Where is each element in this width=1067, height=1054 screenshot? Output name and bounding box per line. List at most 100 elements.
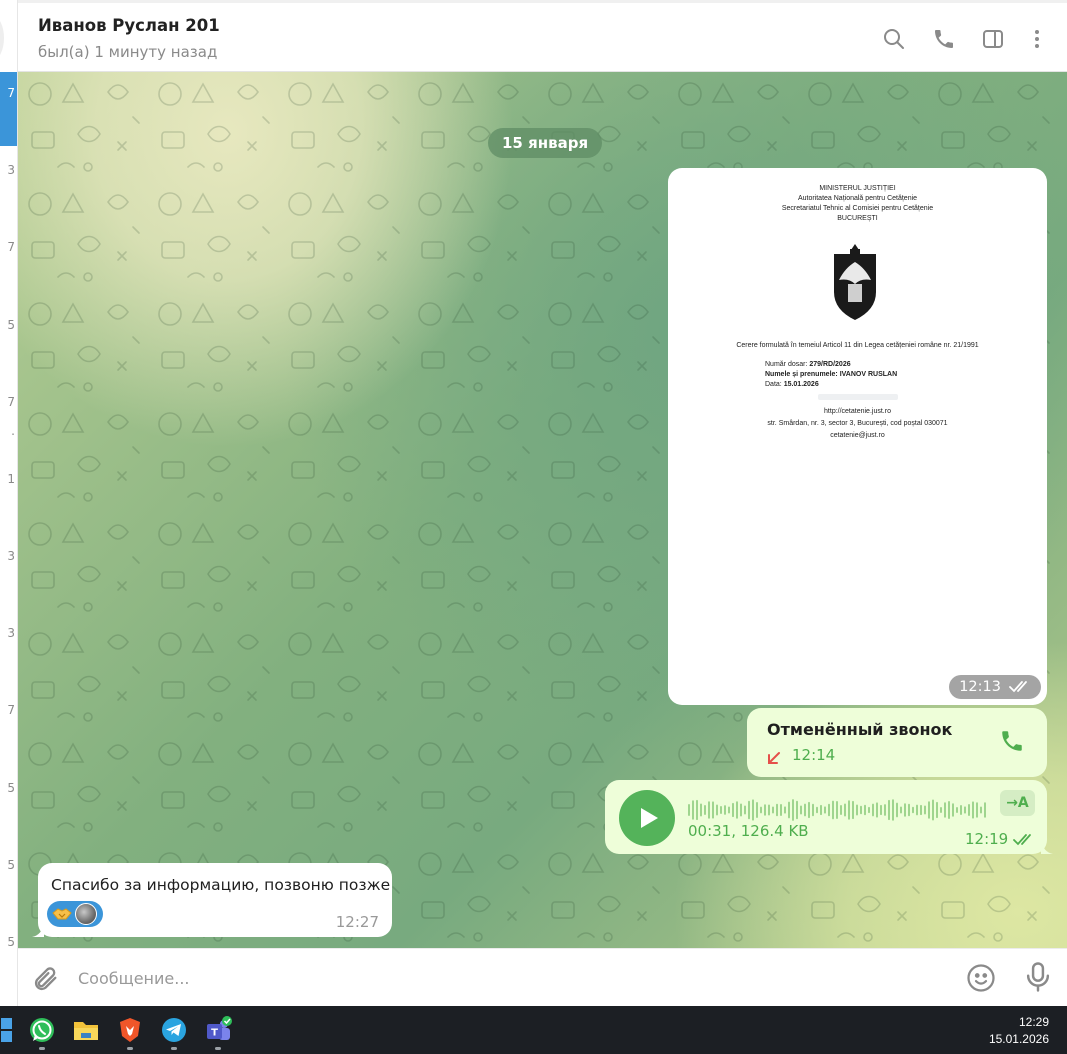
attach-icon[interactable] bbox=[32, 965, 60, 993]
chat-list-item-count: 7 bbox=[7, 240, 15, 254]
voice-message[interactable]: 00:31, 126.4 KB →A 12:19 bbox=[605, 780, 1053, 854]
incoming-message[interactable]: Спасибо за информацию, позвоню позже 12:… bbox=[32, 863, 392, 937]
document-header: MINISTERUL JUSTIȚIEI Autoritatea Naționa… bbox=[668, 184, 1047, 224]
faint-text-line bbox=[818, 394, 898, 400]
teams-icon[interactable]: T bbox=[204, 1016, 232, 1044]
waveform-bar bbox=[884, 804, 886, 816]
bubble-tail bbox=[1041, 840, 1053, 854]
waveform-bar bbox=[752, 799, 754, 821]
waveform-bar bbox=[788, 801, 790, 819]
message-time: 12:27 bbox=[335, 913, 379, 931]
waveform-bar bbox=[856, 804, 858, 816]
waveform-bar bbox=[928, 801, 930, 819]
waveform-bar bbox=[768, 804, 770, 816]
more-vertical-icon[interactable] bbox=[1023, 25, 1051, 53]
waveform-bar bbox=[892, 799, 894, 821]
waveform-bar bbox=[728, 806, 730, 814]
waveform-bar bbox=[868, 806, 870, 814]
call-back-phone-icon[interactable] bbox=[999, 728, 1025, 754]
waveform-bar bbox=[784, 806, 786, 814]
taskbar: T 12:29 15.01.2026 bbox=[0, 1006, 1067, 1054]
handshake-emoji-icon bbox=[52, 908, 72, 920]
chat-list-item-count: 3 bbox=[7, 549, 15, 563]
doc-header-line: MINISTERUL JUSTIȚIEI bbox=[819, 185, 896, 192]
message-time: 12:19 bbox=[965, 830, 1009, 848]
file-explorer-icon[interactable] bbox=[72, 1016, 100, 1044]
waveform-bar bbox=[716, 804, 718, 816]
telegram-icon[interactable] bbox=[160, 1016, 188, 1044]
search-icon[interactable] bbox=[880, 25, 908, 53]
waveform-bar bbox=[876, 802, 878, 818]
app-running-indicator bbox=[215, 1047, 221, 1050]
waveform-bar bbox=[948, 800, 950, 820]
emoji-icon[interactable] bbox=[966, 963, 996, 993]
waveform-bar bbox=[888, 799, 890, 821]
document-image-message[interactable]: MINISTERUL JUSTIȚIEI Autoritatea Naționa… bbox=[668, 168, 1047, 705]
microphone-icon[interactable] bbox=[1023, 961, 1053, 993]
waveform-bar bbox=[900, 806, 902, 814]
chat-list-item-selected[interactable] bbox=[0, 72, 17, 146]
waveform-bar bbox=[692, 800, 694, 820]
system-clock[interactable]: 12:29 15.01.2026 bbox=[989, 1014, 1049, 1048]
sidebar-toggle-icon[interactable] bbox=[979, 25, 1007, 53]
waveform-bar bbox=[976, 802, 978, 818]
waveform-bar bbox=[964, 806, 966, 814]
waveform-bar bbox=[704, 805, 706, 815]
waveform-bar bbox=[816, 806, 818, 814]
waveform-bar bbox=[800, 805, 802, 815]
chat-list-strip[interactable]: 7 3 7 5 7 . 1 3 3 7 5 5 5 bbox=[0, 0, 18, 1006]
waveform-bar bbox=[852, 800, 854, 820]
reaction-badge[interactable] bbox=[47, 901, 103, 927]
message-text: Спасибо за информацию, позвоню позже bbox=[51, 876, 391, 894]
phone-icon[interactable] bbox=[930, 25, 958, 53]
waveform-bar bbox=[920, 804, 922, 816]
waveform-bar bbox=[912, 806, 914, 814]
chat-list-item-count: 7 bbox=[7, 86, 15, 100]
chat-list-item-count: 3 bbox=[7, 163, 15, 177]
transcribe-button[interactable]: →A bbox=[1000, 790, 1035, 816]
play-button[interactable] bbox=[619, 790, 675, 846]
date-value: 15.01.2026 bbox=[783, 381, 819, 388]
cancelled-call-message[interactable]: Отменённый звонок 12:14 bbox=[747, 708, 1047, 777]
doc-header-line: Autoritatea Națională pentru Cetățenie bbox=[797, 195, 918, 202]
document-meta: Număr dosar: 279/RD/2026 Numele și prenu… bbox=[765, 360, 897, 390]
waveform-bar bbox=[760, 806, 762, 814]
name-label: Numele și prenumele: bbox=[765, 371, 838, 378]
chat-list-item-count: 5 bbox=[7, 781, 15, 795]
waveform-bar bbox=[860, 805, 862, 815]
waveform-bar bbox=[776, 803, 778, 817]
chat-messages-area[interactable]: 15 января MINISTERUL JUSTIȚIEI Autoritat… bbox=[18, 72, 1067, 948]
waveform-bar bbox=[952, 803, 954, 817]
contact-name[interactable]: Иванов Руслан 201 bbox=[38, 16, 220, 35]
waveform-bar bbox=[916, 804, 918, 816]
whatsapp-icon[interactable] bbox=[28, 1016, 56, 1044]
double-check-icon bbox=[1009, 681, 1027, 693]
chat-list-item-count: 7 bbox=[7, 395, 15, 409]
waveform-bar bbox=[924, 805, 926, 815]
waveform-bar bbox=[904, 803, 906, 817]
waveform-bar bbox=[828, 803, 830, 817]
missed-call-arrow-icon bbox=[768, 752, 780, 764]
chat-list-item-count: 3 bbox=[7, 626, 15, 640]
waveform-bar bbox=[796, 800, 798, 820]
waveform-bar bbox=[956, 806, 958, 814]
waveform-bar bbox=[820, 804, 822, 816]
waveform-bar bbox=[960, 805, 962, 815]
date-label: Data: bbox=[765, 381, 782, 388]
brave-browser-icon[interactable] bbox=[116, 1016, 144, 1044]
waveform-bar bbox=[872, 803, 874, 817]
waveform-bar bbox=[712, 801, 714, 819]
name-value: IVANOV RUSLAN bbox=[839, 371, 898, 378]
waveform-bar bbox=[736, 801, 738, 819]
waveform-bar bbox=[832, 800, 834, 820]
waveform-bar bbox=[980, 806, 982, 814]
waveform-bar bbox=[812, 803, 814, 817]
contact-line: cetatenie@just.ro bbox=[830, 432, 885, 439]
message-input[interactable] bbox=[78, 963, 938, 993]
waveform-bar bbox=[724, 805, 726, 815]
avatar bbox=[0, 16, 4, 60]
call-time: 12:14 bbox=[792, 746, 836, 764]
waveform-bar bbox=[932, 799, 934, 821]
windows-start-icon[interactable] bbox=[0, 1016, 14, 1044]
dosar-value: 279/RD/2026 bbox=[809, 361, 851, 368]
